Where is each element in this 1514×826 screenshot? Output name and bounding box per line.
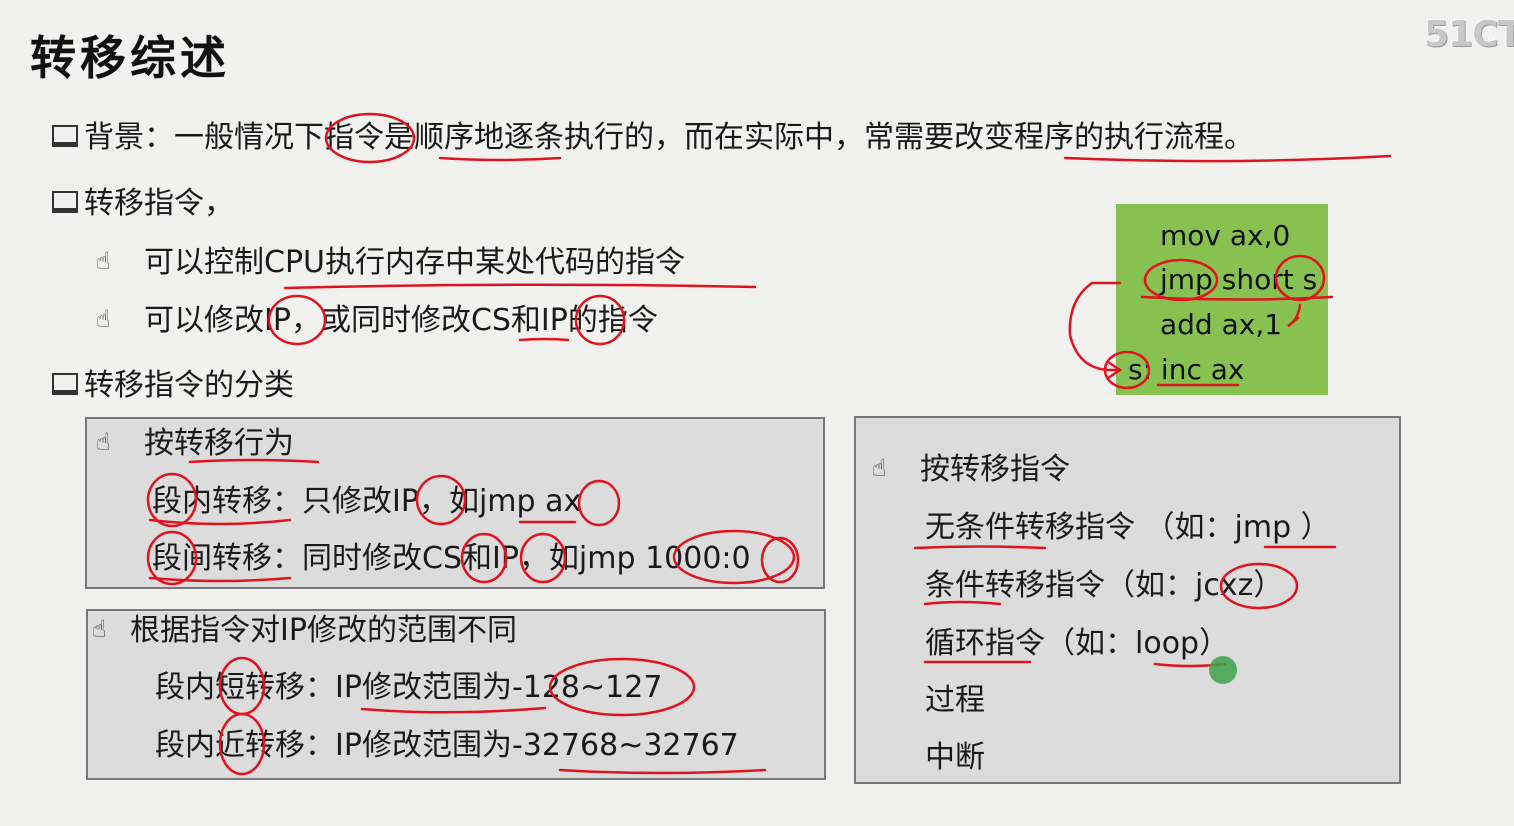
monitor-bullet-icon: [52, 372, 78, 395]
box-instr-line1: 无条件转移指令 （如：jmp ）: [925, 510, 1331, 545]
watermark-logo: 51CTO: [1424, 14, 1514, 55]
transfer-item-2-text: 可以修改IP，或同时修改CS和IP的指令: [144, 303, 658, 338]
hand-pointer-icon: ☝: [96, 427, 111, 456]
bullet-background-text: 背景：一般情况下指令是顺序地逐条执行的，而在实际中，常需要改变程序的执行流程。: [84, 120, 1254, 155]
box-instr-title: ☝ 按转移指令: [872, 450, 1070, 491]
box-range-line1: 段内短转移：IP修改范围为-128~127: [155, 670, 663, 705]
box-range-line2: 段内近转移：IP修改范围为-32768~32767: [155, 728, 739, 763]
annotation-underline-shunxu: [438, 156, 562, 162]
hand-pointer-icon: ☝: [96, 246, 111, 275]
box-instr-line2: 条件转移指令（如：jcxz）: [925, 568, 1284, 603]
monitor-bullet-icon: [52, 124, 78, 147]
box-behavior-line2: 段间转移：同时修改CS和IP，如jmp 1000:0: [152, 541, 751, 576]
box-range-title: ☝ 根据指令对IP修改的范围不同: [92, 611, 517, 652]
bullet-classify-heading-text: 转移指令的分类: [84, 368, 294, 403]
bullet-transfer-heading: 转移指令，: [52, 184, 234, 224]
hand-pointer-icon: ☝: [872, 453, 887, 482]
box-instr-line4: 过程: [925, 683, 985, 718]
annotation-underline-item1: [283, 283, 757, 290]
monitor-bullet-icon: [52, 190, 78, 213]
code-line-4: s: inc ax: [1128, 353, 1245, 386]
code-line-3: add ax,1: [1160, 308, 1283, 341]
bullet-transfer-heading-text: 转移指令，: [84, 186, 234, 221]
box-instr-line5: 中断: [925, 740, 985, 775]
annotation-jump-arrow: [1068, 281, 1122, 372]
box-range-title-text: 根据指令对IP修改的范围不同: [130, 613, 517, 648]
bullet-background: 背景：一般情况下指令是顺序地逐条执行的，而在实际中，常需要改变程序的执行流程。: [52, 118, 1254, 158]
hand-pointer-icon: ☝: [92, 614, 107, 643]
box-behavior-title-text: 按转移行为: [144, 426, 294, 461]
bullet-classify-heading: 转移指令的分类: [52, 366, 294, 406]
transfer-item-1-text: 可以控制CPU执行内存中某处代码的指令: [144, 245, 685, 280]
transfer-item-2: ☝ 可以修改IP，或同时修改CS和IP的指令: [96, 301, 658, 342]
box-behavior-title: ☝ 按转移行为: [96, 424, 294, 465]
box-behavior-line1: 段内转移：只修改IP，如jmp ax: [152, 484, 582, 519]
transfer-item-1: ☝ 可以控制CPU执行内存中某处代码的指令: [96, 243, 685, 284]
hand-pointer-icon: ☝: [96, 304, 111, 333]
box-instr-line3: 循环指令（如：loop）: [925, 626, 1230, 661]
slide-title: 转移综述: [30, 31, 230, 85]
code-line-1: mov ax,0: [1160, 219, 1291, 252]
code-line-2: jmp short s: [1160, 263, 1318, 296]
box-instr-title-text: 按转移指令: [920, 452, 1070, 487]
